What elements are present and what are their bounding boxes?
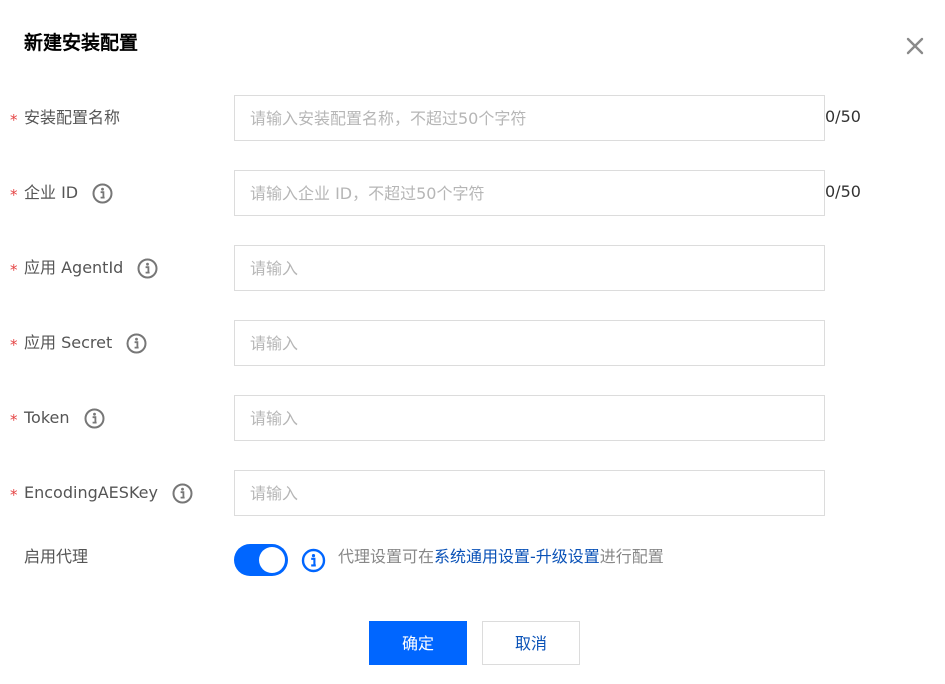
info-icon[interactable] — [172, 483, 193, 504]
token-input[interactable] — [234, 395, 825, 441]
form-row-enterprise-id: * 企业 ID 0/50 — [0, 170, 945, 216]
token-label: Token — [24, 408, 70, 427]
proxy-label: 启用代理 — [24, 547, 89, 566]
info-circle-icon — [301, 548, 326, 573]
info-icon[interactable] — [84, 408, 105, 429]
form-row-encoding-aes-key: * EncodingAESKey — [0, 470, 945, 516]
encoding-aes-key-input[interactable] — [234, 470, 825, 516]
proxy-toggle[interactable] — [234, 544, 288, 576]
required-mark: * — [10, 186, 18, 204]
config-name-char-counter: 0/50 — [825, 107, 861, 126]
config-name-input[interactable] — [234, 95, 825, 141]
form-row-agent-id: * 应用 AgentId — [0, 245, 945, 291]
agent-id-label: 应用 AgentId — [24, 258, 124, 277]
info-icon[interactable] — [126, 333, 147, 354]
field-label-wrap: * 应用 AgentId — [10, 245, 158, 291]
proxy-hint-prefix: 代理设置可在 — [338, 547, 435, 566]
info-icon[interactable] — [137, 258, 158, 279]
install-config-dialog: 新建安装配置 * 安装配置名称 0/50 * 企业 ID 0/50 * 应用 A — [0, 0, 945, 684]
agent-id-input[interactable] — [234, 245, 825, 291]
info-icon[interactable] — [92, 183, 113, 204]
required-mark: * — [10, 411, 18, 429]
enterprise-id-char-counter: 0/50 — [825, 182, 861, 201]
form-row-secret: * 应用 Secret — [0, 320, 945, 366]
required-mark: * — [10, 111, 18, 129]
enterprise-id-label: 企业 ID — [24, 183, 79, 202]
cancel-button[interactable]: 取消 — [482, 621, 580, 665]
field-label-wrap: * EncodingAESKey — [10, 470, 193, 516]
field-label-wrap: * 企业 ID — [10, 170, 113, 216]
field-label-wrap: * 安装配置名称 — [10, 95, 120, 141]
proxy-hint: 代理设置可在系统通用设置-升级设置进行配置 — [338, 546, 664, 568]
dialog-title: 新建安装配置 — [24, 32, 139, 54]
proxy-hint-suffix: 进行配置 — [599, 547, 664, 566]
confirm-button[interactable]: 确定 — [369, 621, 467, 665]
enterprise-id-input[interactable] — [234, 170, 825, 216]
secret-input[interactable] — [234, 320, 825, 366]
form-row-token: * Token — [0, 395, 945, 441]
toggle-knob — [259, 547, 285, 573]
close-button[interactable] — [902, 33, 928, 59]
close-icon — [906, 37, 924, 55]
secret-label: 应用 Secret — [24, 333, 113, 352]
form-row-config-name: * 安装配置名称 0/50 — [0, 95, 945, 141]
field-label-wrap: * 应用 Secret — [10, 320, 147, 366]
encoding-aes-key-label: EncodingAESKey — [24, 483, 158, 502]
required-mark: * — [10, 486, 18, 504]
upgrade-settings-link[interactable]: 系统通用设置-升级设置 — [434, 547, 600, 566]
required-mark: * — [10, 261, 18, 279]
config-name-label: 安装配置名称 — [24, 108, 121, 127]
field-label-wrap: * Token — [10, 395, 105, 441]
required-mark: * — [10, 336, 18, 354]
